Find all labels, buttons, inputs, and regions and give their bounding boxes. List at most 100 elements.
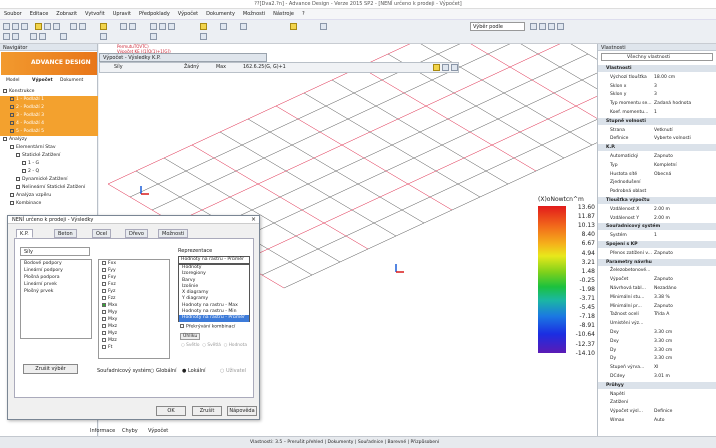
property-row[interactable]: Typ Kompletní: [598, 162, 716, 169]
cs-local-radio[interactable]: ● Lokální: [182, 368, 206, 374]
representation-dropdown[interactable]: Hodnoty Izoregiony Barvy Izolinie X diagramy…: [178, 264, 250, 322]
deselect-button[interactable]: Zrušit výběr: [23, 364, 78, 374]
component-checkbox[interactable]: Fxz: [99, 281, 169, 288]
force-combo[interactable]: Síly: [20, 247, 90, 256]
pan-icon[interactable]: [53, 23, 60, 30]
property-section[interactable]: Tloušťka výpočtu: [598, 197, 716, 204]
property-section[interactable]: Parametry návrhu: [598, 258, 716, 266]
undo-icon[interactable]: [3, 33, 10, 40]
property-row[interactable]: Koef. momentu... 1: [598, 109, 716, 116]
slab-icon[interactable]: [168, 23, 175, 30]
element-list[interactable]: Bodové podpory Lineární podpory Plošná p…: [20, 259, 92, 339]
tree-item[interactable]: Konstrukce: [0, 88, 98, 96]
load-icon[interactable]: [200, 23, 207, 30]
node-icon[interactable]: [150, 33, 157, 40]
tab-beton[interactable]: Beton: [54, 229, 77, 238]
rotate-icon[interactable]: [79, 23, 86, 30]
property-row[interactable]: Umístění výz...: [598, 320, 716, 327]
radio-group[interactable]: ○ Světlo ○ Světlá ○ Hodnota: [181, 343, 247, 348]
result-combo-2[interactable]: Žádný: [184, 65, 199, 70]
tree-item[interactable]: Kombinace: [0, 200, 98, 208]
tree-item[interactable]: Analýza vzpěru: [0, 192, 98, 200]
snap-icon[interactable]: [129, 23, 136, 30]
tree-item[interactable]: 1 - G: [0, 160, 98, 168]
cs-global-radio[interactable]: ○ Globální: [150, 368, 176, 374]
menu-moznosti[interactable]: Možnosti: [239, 9, 269, 19]
representation-option[interactable]: Hodnoty na rastru - Průměr: [179, 315, 249, 322]
tab-chyby[interactable]: Chyby: [122, 428, 138, 434]
component-checkbox[interactable]: Fxy: [99, 274, 169, 281]
menu-vytvorit[interactable]: Vytvořit: [81, 9, 109, 19]
property-row[interactable]: Systém 1: [598, 232, 716, 239]
property-row[interactable]: Automatický Zapnuto: [598, 153, 716, 160]
component-checkbox[interactable]: Fxx: [99, 260, 169, 267]
property-row[interactable]: Stupeň výrva... XI: [598, 364, 716, 371]
tab-ocel[interactable]: Ocel: [92, 229, 112, 238]
tab-dokument[interactable]: Dokument: [60, 78, 83, 83]
tab-drevo[interactable]: Dřevo: [125, 229, 148, 238]
render-icon[interactable]: [100, 23, 107, 30]
tree-item[interactable]: 3 - Podlaží 3: [0, 112, 98, 120]
tree-item[interactable]: Nelineární Statické Zatížení: [0, 184, 98, 192]
tab-informace[interactable]: Informace: [90, 428, 115, 434]
menu-editace[interactable]: Editace: [26, 9, 53, 19]
property-row[interactable]: Wmax Auto: [598, 417, 716, 424]
calc-icon[interactable]: [240, 23, 247, 30]
help-button[interactable]: Nápověda: [227, 406, 257, 416]
component-checkbox[interactable]: Mzz: [99, 337, 169, 344]
layer-icon[interactable]: [100, 33, 107, 40]
menu-help[interactable]: ?: [298, 9, 309, 19]
property-row[interactable]: DCdey 3.01 m: [598, 373, 716, 380]
list-item[interactable]: Plošná podpora: [21, 274, 91, 281]
tree-item[interactable]: 1 - Podlaží 1: [0, 96, 98, 104]
menu-soubor[interactable]: Soubor: [0, 9, 26, 19]
property-row[interactable]: Sklon y3: [598, 91, 716, 98]
results-settings-icon[interactable]: [433, 64, 440, 71]
component-checkbox[interactable]: Fzz: [99, 295, 169, 302]
component-checkbox[interactable]: Myz: [99, 330, 169, 337]
property-row[interactable]: Tažnost ocelí Třída A: [598, 311, 716, 318]
component-checkbox[interactable]: Mxy: [99, 316, 169, 323]
tree-item[interactable]: 2 - Q: [0, 168, 98, 176]
close-icon[interactable]: ×: [251, 216, 256, 223]
property-section[interactable]: Vlastnosti: [598, 65, 716, 72]
column-icon[interactable]: [159, 23, 166, 30]
property-row[interactable]: Typ momentu se... Zadaná hodnota: [598, 100, 716, 107]
property-row[interactable]: Napětí: [598, 391, 716, 398]
property-section[interactable]: Průhyy: [598, 381, 716, 389]
property-row[interactable]: Výpočet výsl... Definice: [598, 408, 716, 415]
corner-button[interactable]: Úhlíku: [180, 333, 201, 340]
tab-vypocet[interactable]: Výpočet: [32, 78, 53, 83]
cs-user-radio[interactable]: ○ Uživatel: [220, 368, 246, 374]
property-row[interactable]: Minimální stu... 3.38 %: [598, 294, 716, 301]
result-type-combo[interactable]: Síly: [114, 65, 123, 70]
property-row[interactable]: Výpočet Zapnuto: [598, 276, 716, 283]
grid-icon[interactable]: [120, 23, 127, 30]
list-item[interactable]: Lineární podpory: [21, 267, 91, 274]
invert-icon[interactable]: [557, 23, 564, 30]
menu-nastroje[interactable]: Nástroje: [269, 9, 298, 19]
redo-icon[interactable]: [12, 33, 19, 40]
tree-item[interactable]: Elementární Stav: [0, 144, 98, 152]
property-row[interactable]: Vzdálenost X 2.00 m: [598, 206, 716, 213]
tree-item[interactable]: 5 - Podlaží 5: [0, 128, 98, 136]
property-section[interactable]: Souřadnicový systém: [598, 223, 716, 231]
menu-upravit[interactable]: Upravit: [109, 9, 135, 19]
select-icon[interactable]: [35, 23, 42, 30]
tree-item[interactable]: Dynamické Zatížení: [0, 176, 98, 184]
open-icon[interactable]: [12, 23, 19, 30]
representation-combo[interactable]: Hodnoty na rastru - Průměr: [178, 256, 250, 264]
tree-item[interactable]: 2 - Podlaží 2: [0, 104, 98, 112]
tab-moznosti[interactable]: Možnosti: [158, 229, 189, 238]
tree-item[interactable]: Analýzy: [0, 136, 98, 144]
property-row[interactable]: Zjednodušení: [598, 179, 716, 186]
property-row[interactable]: Přenos zatížení v... Zapnuto: [598, 250, 716, 257]
component-checkbox[interactable]: Myy: [99, 309, 169, 316]
list-item[interactable]: Plošný prvek: [21, 288, 91, 295]
cancel-button[interactable]: Zrušit: [192, 406, 222, 416]
property-row[interactable]: Dxy 3.30 cm: [598, 338, 716, 345]
property-section[interactable]: Spojení s KP: [598, 241, 716, 248]
component-checkbox[interactable]: Mxx: [99, 302, 169, 309]
result-combo-3[interactable]: Max: [216, 65, 226, 70]
component-checkbox[interactable]: Ft: [99, 344, 169, 351]
